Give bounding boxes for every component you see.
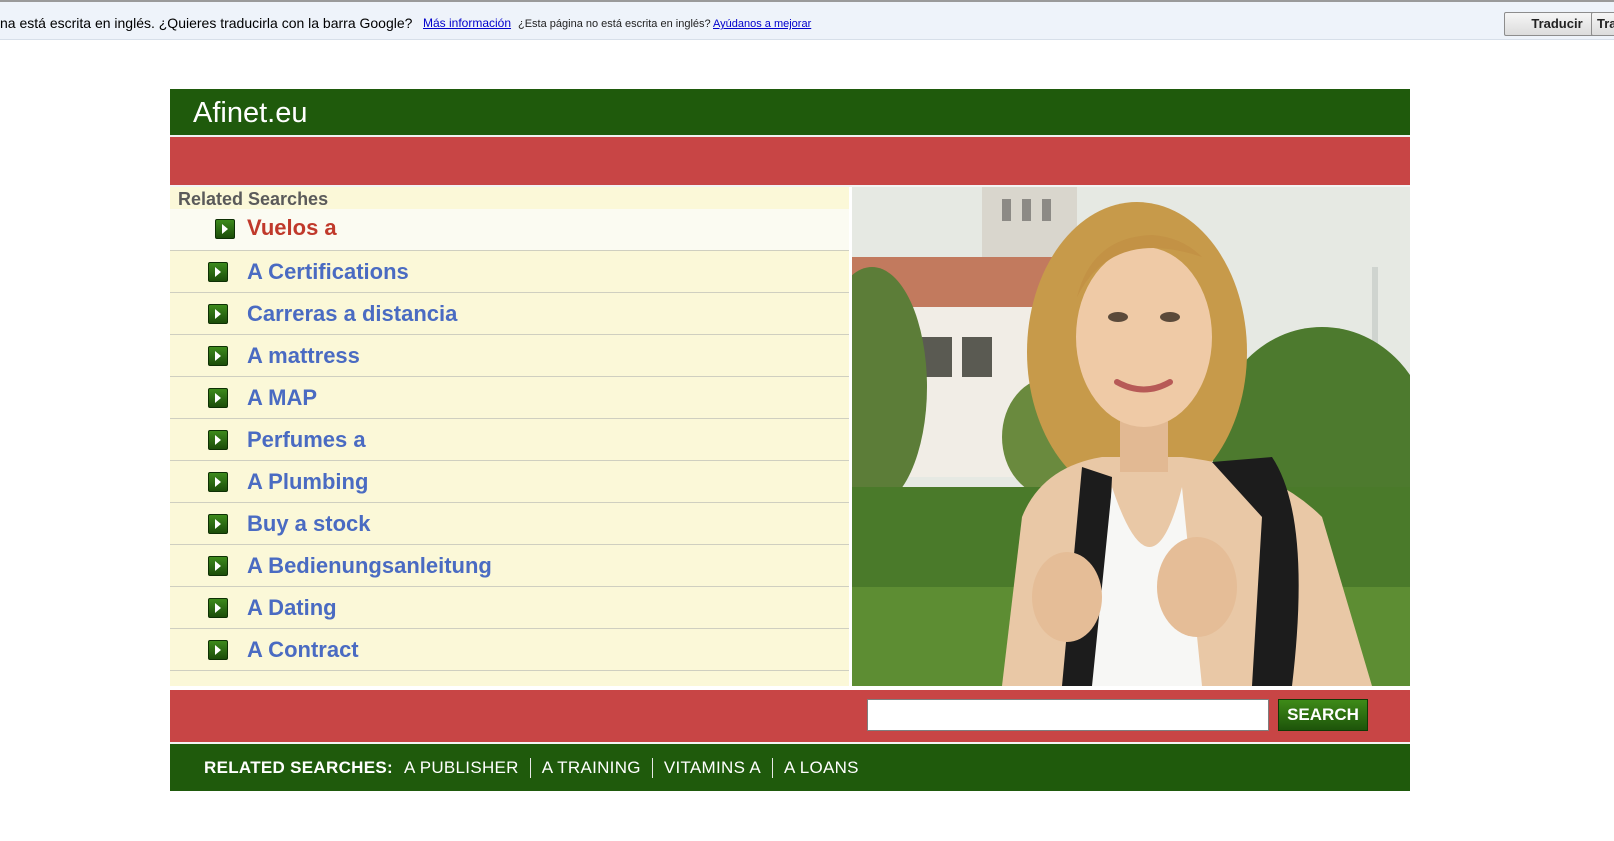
- list-item[interactable]: A Certifications: [170, 251, 849, 293]
- red-band: [170, 137, 1410, 187]
- list-item[interactable]: Buy a stock: [170, 503, 849, 545]
- list-item-link[interactable]: A Certifications: [247, 259, 409, 285]
- translate-message: na está escrita en inglés. ¿Quieres trad…: [0, 15, 413, 31]
- translate-options-button[interactable]: Trad: [1591, 12, 1614, 36]
- footer-link[interactable]: VITAMINS A: [653, 758, 772, 778]
- list-item[interactable]: Vuelos a: [170, 209, 849, 251]
- google-translate-bar: na está escrita en inglés. ¿Quieres trad…: [0, 0, 1614, 40]
- list-item[interactable]: Carreras a distancia: [170, 293, 849, 335]
- footer-related-searches: RELATED SEARCHES: A PUBLISHER A TRAINING…: [170, 742, 1410, 791]
- footer-heading: RELATED SEARCHES:: [204, 757, 393, 777]
- arrow-right-icon: [208, 262, 228, 282]
- arrow-right-icon: [215, 219, 235, 239]
- list-item[interactable]: A Plumbing: [170, 461, 849, 503]
- footer-link[interactable]: A PUBLISHER: [404, 758, 530, 778]
- arrow-right-icon: [208, 430, 228, 450]
- list-item[interactable]: A MAP: [170, 377, 849, 419]
- list-item-link[interactable]: A Bedienungsanleitung: [247, 553, 492, 579]
- arrow-right-icon: [208, 388, 228, 408]
- footer-link[interactable]: A TRAINING: [531, 758, 652, 778]
- list-item-link[interactable]: Perfumes a: [247, 427, 366, 453]
- footer-link[interactable]: A LOANS: [773, 758, 870, 778]
- help-improve-link[interactable]: Ayúdanos a mejorar: [713, 18, 811, 30]
- search-button[interactable]: SEARCH: [1278, 699, 1368, 731]
- list-item-link[interactable]: Buy a stock: [247, 511, 371, 537]
- arrow-right-icon: [208, 304, 228, 324]
- list-item[interactable]: A Contract: [170, 629, 849, 671]
- list-item-link[interactable]: Carreras a distancia: [247, 301, 457, 327]
- list-item[interactable]: A Dating: [170, 587, 849, 629]
- site-title[interactable]: Afinet.eu: [170, 89, 1410, 137]
- arrow-right-icon: [208, 472, 228, 492]
- related-searches-list: Related Searches Vuelos a A Certificatio…: [170, 187, 849, 686]
- site-container: Afinet.eu Related Searches Vuelos a A Ce…: [170, 89, 1410, 791]
- main-content: Related Searches Vuelos a A Certificatio…: [170, 187, 1410, 686]
- arrow-right-icon: [208, 514, 228, 534]
- list-item-link[interactable]: A Dating: [247, 595, 337, 621]
- not-english-question: ¿Esta página no está escrita en inglés?: [518, 18, 711, 30]
- more-info-link[interactable]: Más información: [423, 16, 511, 30]
- list-item-link[interactable]: A mattress: [247, 343, 360, 369]
- arrow-right-icon: [208, 598, 228, 618]
- list-item-link[interactable]: Vuelos a: [247, 215, 337, 241]
- list-item[interactable]: A mattress: [170, 335, 849, 377]
- list-item-link[interactable]: A Plumbing: [247, 469, 368, 495]
- list-item[interactable]: Perfumes a: [170, 419, 849, 461]
- search-input[interactable]: [867, 699, 1269, 731]
- search-bar: SEARCH: [170, 686, 1410, 742]
- arrow-right-icon: [208, 556, 228, 576]
- list-item[interactable]: A Bedienungsanleitung: [170, 545, 849, 587]
- arrow-right-icon: [208, 346, 228, 366]
- list-item-link[interactable]: A MAP: [247, 385, 317, 411]
- list-item-link[interactable]: A Contract: [247, 637, 359, 663]
- related-searches-title: Related Searches: [170, 187, 849, 209]
- hero-illustration: [852, 187, 1410, 686]
- arrow-right-icon: [208, 640, 228, 660]
- hero-photo: [852, 187, 1410, 686]
